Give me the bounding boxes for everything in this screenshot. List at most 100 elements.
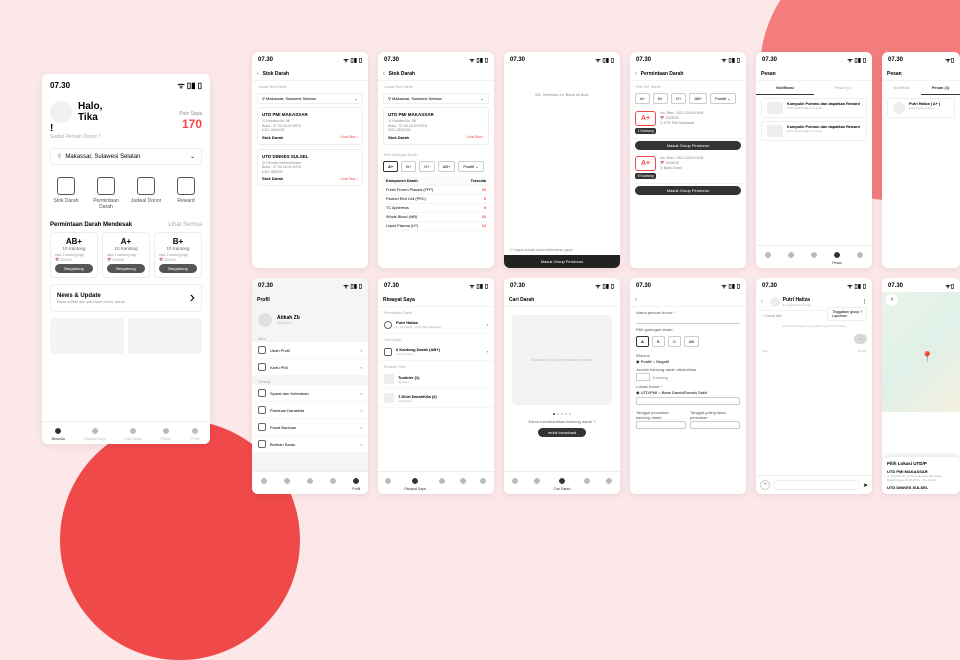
nav-profil[interactable] [604,476,614,491]
chip-b[interactable]: B [652,336,665,347]
history-item[interactable]: Putri Haliza1 - Apr 2020 · UTD PMI Makas… [378,316,494,334]
nav-beranda[interactable]: Beranda [52,426,65,441]
chip-b[interactable]: B+ [653,93,668,104]
nav-riwayat[interactable]: Riwayat Saya [84,426,105,441]
chat-item[interactable]: Putri Haliza ( A+ )Lorem ipsum dolor... [887,98,955,118]
nav-riwayat[interactable] [786,250,796,265]
view-stock-link[interactable]: Lihat Stok › [340,135,358,139]
back-icon[interactable]: ‹ [383,71,385,77]
chip-ab[interactable]: AB+ [689,93,707,104]
radio-utd[interactable]: ◉ UTD/PMI [636,390,657,395]
tab-pesan[interactable]: Pesan (1) [921,81,960,95]
map-view[interactable] [882,292,960,412]
input-jumlah[interactable] [636,373,650,381]
reward-item[interactable]: Tumbler (1)diproses [378,370,494,389]
utd-card[interactable]: UTD DINKES SULSEL Jl. Perintis Kemerdeka… [257,149,363,187]
nav-pesan[interactable] [458,476,468,491]
send-icon[interactable]: ➤ [863,482,868,489]
join-button[interactable]: Bergabung [159,264,197,273]
join-group-button[interactable]: Masuk Group Pendonor [635,141,741,150]
nav-riwayat[interactable] [532,476,542,491]
join-button[interactable]: Bergabung [107,264,145,273]
menu-reward[interactable]: Reward [168,177,203,210]
rhesus-select[interactable]: Positif ⌄ [458,161,483,172]
consent-checkbox[interactable]: ☐ saya sudah baca ketentuan grup [510,247,573,252]
menu-ubah-profil[interactable]: Ubah Profil› [252,342,368,359]
input-tgl-akhir[interactable] [690,421,740,429]
nav-beranda[interactable] [763,250,773,265]
view-stock-link[interactable]: Lihat Stok › [340,177,358,181]
tab-notifikasi[interactable]: Notifikasi [756,81,814,95]
menu-jadwal-donor[interactable]: Jadwal Donor [128,177,163,210]
select-lokasi[interactable] [636,397,740,405]
nav-riwayat[interactable] [282,476,292,491]
nav-beranda[interactable] [259,476,269,491]
menu-stok-darah[interactable]: Stok Darah [48,177,83,210]
nav-profil[interactable]: Profil [351,476,361,491]
map-item[interactable]: UTD DINKES SULSEL [887,485,955,490]
history-item[interactable]: 6 Kantong Darah (AB+)Lorem ipsum› [378,343,494,361]
chip-ab[interactable]: AB [684,336,699,347]
nav-profil[interactable]: Profil [190,426,200,441]
nav-cari[interactable]: Cari Darah [554,476,571,491]
reward-item[interactable]: T-Shirt DarahKita (2)Lihat Resi [378,389,494,408]
notif-item[interactable]: Kumpulin Poinmu dan dapatkan Rewardlorem… [761,121,867,141]
menu-permintaan-darah[interactable]: Permintaan Darah [88,177,123,210]
menu-report[interactable]: Laporkan [832,314,862,318]
see-all-link[interactable]: Lihat Semua [168,222,202,228]
nav-beranda[interactable] [510,476,520,491]
back-icon[interactable]: ‹ [635,297,637,303]
nav-pesan[interactable] [328,476,338,491]
location-picker[interactable]: ⚲ Makassar, Sulawesi Selatan⌄ [383,93,489,104]
chip-o[interactable]: O+ [419,161,434,172]
attach-button[interactable]: + [760,480,770,490]
menu-saran[interactable]: Berikan Saran› [252,436,368,453]
menu-bantuan[interactable]: Pusat Bantuan› [252,419,368,436]
back-icon[interactable]: ‹ [257,71,259,77]
article-thumb[interactable] [50,318,124,354]
nav-profil[interactable] [855,250,865,265]
nav-profil[interactable] [478,476,488,491]
nav-pesan[interactable]: Pesan [832,250,842,265]
broadcast-button[interactable]: mulai broadcast [538,428,586,437]
chip-o[interactable]: O [668,336,681,347]
nav-pesan[interactable]: Pesan [161,426,171,441]
nav-riwayat[interactable]: Riwayat Saya [404,476,425,491]
radio-negatif[interactable]: ○ Negatif [653,359,669,364]
nav-cari[interactable] [437,476,447,491]
utd-card[interactable]: UTD PMI MAKASSAR Jl. Kandea No. 58Buka :… [257,107,363,145]
chip-ab[interactable]: AB+ [438,161,456,172]
menu-kartu-pmi[interactable]: Kartu PMI› [252,359,368,376]
notif-item[interactable]: Kumpulin Poinmu dan dapatkan Rewardlorem… [761,98,867,118]
rhesus-select[interactable]: Positif ⌄ [710,93,735,104]
back-button[interactable]: ‹ [886,294,898,306]
radio-positif[interactable]: ◉ Positif [636,359,652,364]
nav-cari[interactable] [305,476,315,491]
tab-notifikasi[interactable]: Notifikasi [882,81,921,95]
chip-a[interactable]: A [636,336,649,347]
nav-cari[interactable] [809,250,819,265]
nav-pesan[interactable] [582,476,592,491]
back-icon[interactable]: ‹ [761,299,763,305]
join-button[interactable]: Bergabung [55,264,93,273]
join-group-button[interactable]: Masuk Group Pendonor [635,186,741,195]
location-picker[interactable]: ⚲ Makassar, Sulawesi Selatan⌄ [257,93,363,104]
input-tgl-mulai[interactable] [636,421,686,429]
chip-a[interactable]: A+ [635,93,650,104]
chat-input[interactable] [773,480,860,490]
location-picker[interactable]: ⚲Makassar, Sulawesi Selatan ⌄ [50,148,202,165]
tab-pesan[interactable]: Pesan (1) [814,81,872,95]
back-icon[interactable]: ‹ [635,71,637,77]
chip-b[interactable]: B+ [401,161,416,172]
radio-bank[interactable]: ○ Bank Darah/Rumah Sakit [658,390,707,395]
nav-cari[interactable]: Cari Darah [125,426,142,441]
menu-syarat[interactable]: Syarat dan Ketentuan› [252,385,368,402]
input-nama[interactable] [636,316,740,324]
group-info-link[interactable]: Group Info [765,314,782,318]
chip-o[interactable]: O+ [671,93,686,104]
chip-a[interactable]: A+ [383,161,398,172]
article-thumb[interactable] [128,318,202,354]
menu-panduan[interactable]: Panduan Darahkita› [252,402,368,419]
nav-beranda[interactable] [383,476,393,491]
consent-button[interactable]: Masuk Group Pendonor [504,255,620,268]
